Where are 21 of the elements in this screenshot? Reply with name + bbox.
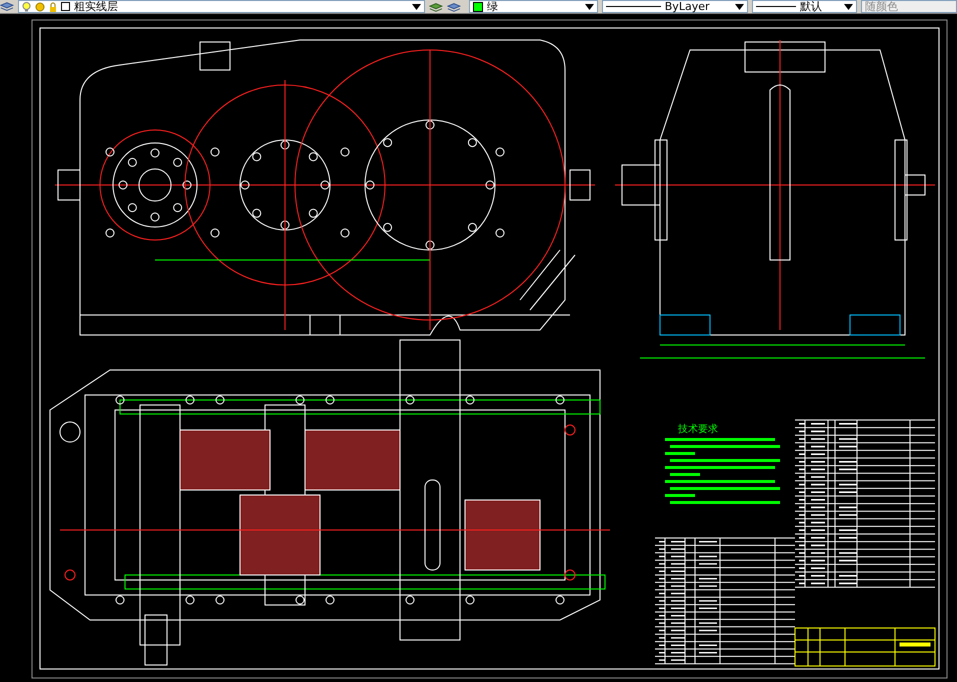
color-dropdown[interactable]: 绿 [468, 0, 598, 13]
line-sample [756, 6, 796, 7]
layer-dropdown[interactable]: 粗实线层 [18, 0, 426, 13]
layers-icon[interactable] [429, 0, 443, 12]
color-name: 绿 [486, 1, 499, 12]
caret-icon [412, 4, 422, 10]
caret-icon [584, 4, 594, 10]
lineweight-name: 默认 [800, 1, 824, 12]
layers-icon[interactable] [0, 0, 14, 12]
padlock-icon [48, 2, 57, 12]
layer-name: 粗实线层 [74, 1, 119, 12]
technical-requirements-title: 技术要求 [678, 424, 718, 435]
caret-icon [735, 4, 744, 10]
linetype-dropdown[interactable]: ByLayer [602, 0, 748, 13]
color-square-icon [60, 2, 70, 11]
layers-icon[interactable] [446, 0, 461, 12]
line-sample [606, 6, 661, 7]
sun-icon [34, 2, 45, 12]
caret-icon [844, 4, 853, 10]
lineweight-dropdown[interactable]: 默认 [752, 0, 857, 13]
linetype-name: ByLayer [664, 1, 710, 12]
